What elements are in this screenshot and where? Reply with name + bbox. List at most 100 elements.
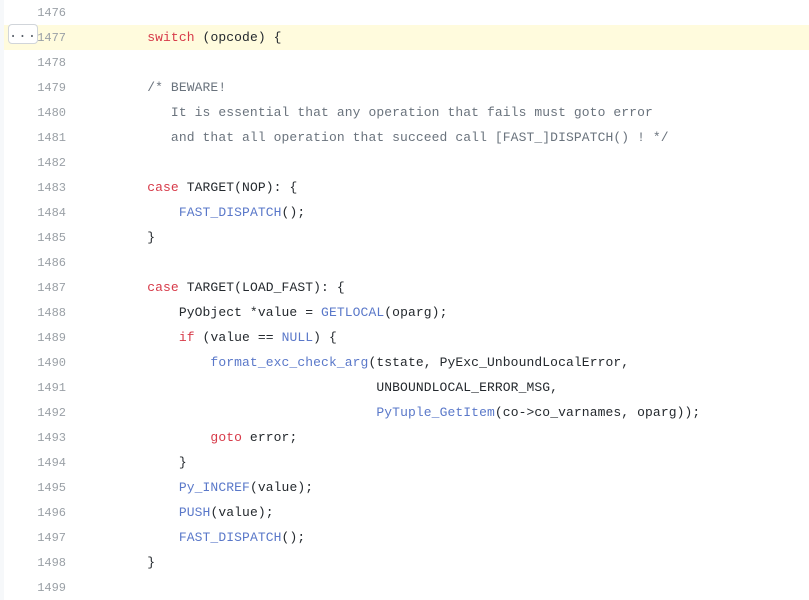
code-line[interactable]: 1487 case TARGET(LOAD_FAST): {: [4, 275, 809, 300]
line-content: UNBOUNDLOCAL_ERROR_MSG,: [84, 376, 558, 400]
line-number[interactable]: 1483: [4, 176, 84, 200]
line-number[interactable]: 1476: [4, 1, 84, 25]
code-line[interactable]: 1480 It is essential that any operation …: [4, 100, 809, 125]
code-line[interactable]: 1498 }: [4, 550, 809, 575]
code-token: }: [84, 230, 155, 245]
line-number[interactable]: 1491: [4, 376, 84, 400]
code-token: [84, 355, 210, 370]
code-token: format_exc_check_arg: [210, 355, 368, 370]
line-number[interactable]: 1485: [4, 226, 84, 250]
code-token: [84, 330, 179, 345]
code-line[interactable]: 1491 UNBOUNDLOCAL_ERROR_MSG,: [4, 375, 809, 400]
line-number[interactable]: 1498: [4, 551, 84, 575]
line-number[interactable]: 1490: [4, 351, 84, 375]
line-number[interactable]: 1484: [4, 201, 84, 225]
code-line[interactable]: 1495 Py_INCREF(value);: [4, 475, 809, 500]
code-token: FAST_DISPATCH: [179, 205, 282, 220]
code-line[interactable]: 1492 PyTuple_GetItem(co->co_varnames, op…: [4, 400, 809, 425]
line-number[interactable]: 1481: [4, 126, 84, 150]
code-token: [84, 480, 179, 495]
line-content: }: [84, 551, 155, 575]
code-token: switch: [147, 30, 194, 45]
line-content: PyTuple_GetItem(co->co_varnames, oparg))…: [84, 401, 700, 425]
line-number[interactable]: 1495: [4, 476, 84, 500]
code-token: }: [84, 555, 155, 570]
code-token: if: [179, 330, 195, 345]
code-token: Py_INCREF: [179, 480, 250, 495]
code-token: (tstate, PyExc_UnboundLocalError,: [368, 355, 629, 370]
line-content: if (value == NULL) {: [84, 326, 337, 350]
line-number[interactable]: 1478: [4, 51, 84, 75]
code-line[interactable]: 1486: [4, 250, 809, 275]
code-token: PyTuple_GetItem: [376, 405, 495, 420]
code-line[interactable]: 1490 format_exc_check_arg(tstate, PyExc_…: [4, 350, 809, 375]
code-line[interactable]: 1482: [4, 150, 809, 175]
code-token: ();: [282, 530, 306, 545]
line-number[interactable]: 1487: [4, 276, 84, 300]
line-content: and that all operation that succeed call…: [84, 126, 669, 150]
code-line[interactable]: 1496 PUSH(value);: [4, 500, 809, 525]
code-token: goto: [210, 430, 242, 445]
line-number[interactable]: 1496: [4, 501, 84, 525]
code-line[interactable]: 1497 FAST_DISPATCH();: [4, 525, 809, 550]
code-token: [84, 205, 179, 220]
code-token: [84, 280, 147, 295]
code-token: [84, 180, 147, 195]
line-actions-button[interactable]: ...: [8, 24, 38, 44]
code-token: PUSH: [179, 505, 211, 520]
line-content: goto error;: [84, 426, 297, 450]
code-token: [84, 30, 147, 45]
code-token: case: [147, 280, 179, 295]
code-token: PyObject *value =: [84, 305, 321, 320]
code-token: (oparg);: [384, 305, 447, 320]
code-token: [84, 405, 376, 420]
code-line[interactable]: 1476: [4, 0, 809, 25]
ellipsis-icon: ...: [9, 27, 37, 41]
code-line[interactable]: 1485 }: [4, 225, 809, 250]
line-content: }: [84, 451, 187, 475]
code-line[interactable]: 1481 and that all operation that succeed…: [4, 125, 809, 150]
code-line[interactable]: 1493 goto error;: [4, 425, 809, 450]
line-number[interactable]: 1492: [4, 401, 84, 425]
code-token: [84, 530, 179, 545]
code-token: error;: [242, 430, 297, 445]
code-line[interactable]: 1494 }: [4, 450, 809, 475]
code-token: (value);: [210, 505, 273, 520]
line-number[interactable]: 1486: [4, 251, 84, 275]
code-line[interactable]: 1489 if (value == NULL) {: [4, 325, 809, 350]
code-line[interactable]: 1488 PyObject *value = GETLOCAL(oparg);: [4, 300, 809, 325]
line-number[interactable]: 1482: [4, 151, 84, 175]
line-content: FAST_DISPATCH();: [84, 526, 305, 550]
code-token: ) {: [313, 330, 337, 345]
line-content: PyObject *value = GETLOCAL(oparg);: [84, 301, 447, 325]
line-number[interactable]: 1488: [4, 301, 84, 325]
code-token: (value);: [250, 480, 313, 495]
line-number[interactable]: 1497: [4, 526, 84, 550]
line-number[interactable]: 1493: [4, 426, 84, 450]
code-line[interactable]: 1483 case TARGET(NOP): {: [4, 175, 809, 200]
code-token: /* BEWARE!: [147, 80, 226, 95]
code-token: It is essential that any operation that …: [84, 105, 653, 120]
code-token: UNBOUNDLOCAL_ERROR_MSG,: [84, 380, 558, 395]
line-number[interactable]: 1480: [4, 101, 84, 125]
line-number[interactable]: 1494: [4, 451, 84, 475]
line-number[interactable]: 1479: [4, 76, 84, 100]
line-content: case TARGET(LOAD_FAST): {: [84, 276, 345, 300]
code-line[interactable]: 1479 /* BEWARE!: [4, 75, 809, 100]
code-token: NULL: [282, 330, 314, 345]
line-content: switch (opcode) {: [84, 26, 282, 50]
code-token: TARGET(LOAD_FAST): {: [179, 280, 345, 295]
line-content: /* BEWARE!: [84, 76, 226, 100]
line-number[interactable]: 1489: [4, 326, 84, 350]
line-number[interactable]: 1499: [4, 576, 84, 600]
code-token: case: [147, 180, 179, 195]
line-content: FAST_DISPATCH();: [84, 201, 305, 225]
code-line[interactable]: 1499: [4, 575, 809, 600]
code-token: and that all operation that succeed call…: [84, 130, 669, 145]
line-content: case TARGET(NOP): {: [84, 176, 297, 200]
code-line[interactable]: 1478: [4, 50, 809, 75]
code-line[interactable]: 1484 FAST_DISPATCH();: [4, 200, 809, 225]
code-view: 14761477 switch (opcode) {14781479 /* BE…: [0, 0, 809, 600]
code-token: (opcode) {: [195, 30, 282, 45]
code-line[interactable]: 1477 switch (opcode) {: [4, 25, 809, 50]
